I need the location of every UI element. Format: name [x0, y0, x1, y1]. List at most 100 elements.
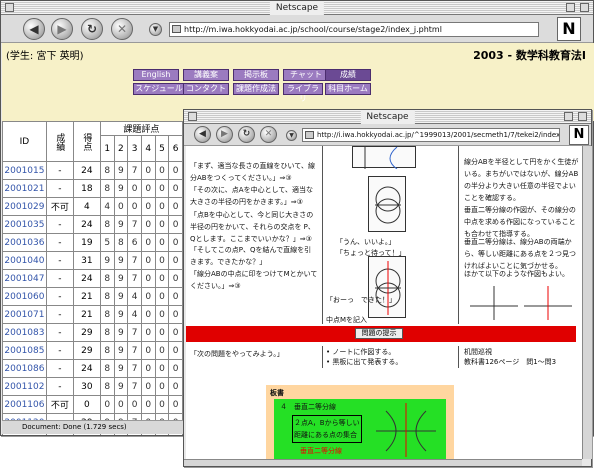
- reload-icon[interactable]: ↻: [238, 126, 255, 143]
- student-id-link[interactable]: 2001086: [2, 359, 47, 378]
- menu-lecture-button[interactable]: 講義案: [183, 69, 229, 81]
- grade-cell: -: [45, 179, 74, 198]
- front-window-titlebar[interactable]: Netscape: [184, 110, 591, 124]
- menu-library-button[interactable]: ライブラリ: [283, 83, 323, 103]
- assignment-score-cell: 0: [140, 215, 156, 234]
- lesson-plan-content: 「まず、適当な長さの直線をひいて、線分ABをつくってください。」⇒③ 「その次に…: [186, 146, 582, 459]
- netscape-logo-icon: N: [557, 17, 581, 41]
- green-board: ４ 垂直二等分線 ２点A，Bから等しい距離にある点の集合 垂直二等分線: [274, 399, 446, 459]
- vertical-scrollbar[interactable]: [582, 146, 592, 459]
- score-cell: 21: [72, 305, 101, 324]
- instruction-3: 「点Bを中心として、今と同じ大きさの半径の円をかいて、それらの交点を P、Qとし…: [190, 211, 315, 243]
- collapse-box-icon[interactable]: [580, 3, 589, 12]
- assignment-score-cell: 0: [140, 341, 156, 360]
- collapse-box-icon[interactable]: [578, 112, 587, 121]
- grade-cell: -: [45, 341, 74, 360]
- assignment-score-cell: 0: [140, 305, 156, 324]
- zoom-box-icon[interactable]: [564, 112, 573, 121]
- assignment-score-cell: 0: [168, 269, 183, 288]
- student-id-link[interactable]: 2001071: [2, 305, 47, 324]
- table-row: 2001040-31 9 9 7 0 0 0: [2, 251, 183, 270]
- student-id-link[interactable]: 2001029: [2, 197, 47, 216]
- menu-board-button[interactable]: 掲示板: [233, 69, 279, 81]
- score-cell: 24: [72, 359, 101, 378]
- assignment-score-cell: 9: [113, 305, 129, 324]
- assignment-score-cell: 0: [168, 395, 183, 414]
- score-cell: 24: [72, 269, 101, 288]
- assignment-score-cell: 8: [99, 323, 115, 342]
- close-box-icon[interactable]: [5, 3, 14, 12]
- student-id-link[interactable]: 2001040: [2, 251, 47, 270]
- assignment-score-cell: 0: [154, 179, 170, 198]
- url-text: http://m.iwa.hokkyodai.ac.jp/school/cour…: [184, 25, 442, 34]
- assignment-score-cell: 0: [168, 197, 183, 216]
- assignment-score-cell: 9: [113, 179, 129, 198]
- header-score: 得点: [72, 121, 101, 162]
- student-id-link[interactable]: 2001083: [2, 323, 47, 342]
- student-id-link[interactable]: 2001021: [2, 179, 47, 198]
- student-id-link[interactable]: 2001106: [2, 395, 47, 414]
- student-id-link[interactable]: 2001085: [2, 341, 47, 360]
- forward-icon[interactable]: ▶: [51, 18, 73, 40]
- assignment-score-cell: 0: [154, 305, 170, 324]
- student-id-link[interactable]: 2001015: [2, 161, 47, 180]
- forward-icon[interactable]: ▶: [216, 126, 233, 143]
- instruction-1: 「まず、適当な長さの直線をひいて、線分ABをつくってください。」⇒③: [190, 162, 315, 182]
- circle-diagram-icon: [375, 186, 401, 224]
- reload-icon[interactable]: ↻: [81, 18, 103, 40]
- assignment-score-cell: 0: [154, 395, 170, 414]
- back-window-titlebar[interactable]: Netscape: [1, 1, 593, 15]
- url-field[interactable]: http://i.iwa.hokkyodai.ac.jp/^1999013/20…: [302, 128, 560, 142]
- zoom-box-icon[interactable]: [566, 3, 575, 12]
- window-title: Netscape: [269, 1, 325, 15]
- assignment-score-cell: 7: [127, 215, 142, 234]
- close-box-icon[interactable]: [188, 112, 197, 121]
- arc-diagram-icon: [364, 146, 398, 170]
- bookmark-icon[interactable]: ▼: [286, 130, 297, 141]
- stop-icon[interactable]: ✕: [260, 126, 277, 143]
- grade-cell: -: [45, 287, 74, 306]
- table-row: 2001029 不可 4 4 0 0 0 0 0: [2, 197, 183, 216]
- col-5: 5: [154, 135, 170, 162]
- page-proxy-icon[interactable]: [305, 131, 314, 139]
- grade-cell: 不可: [45, 395, 74, 414]
- assignment-score-cell: 0: [168, 215, 183, 234]
- student-id-link[interactable]: 2001047: [2, 269, 47, 288]
- column-divider: [458, 346, 459, 368]
- back-icon[interactable]: ◀: [194, 126, 211, 143]
- bookmark-icon[interactable]: ▼: [149, 23, 162, 36]
- present-problem-button[interactable]: 問題の提示: [355, 328, 403, 339]
- assignment-score-cell: 7: [127, 161, 142, 180]
- horizontal-scrollbar[interactable]: [184, 459, 582, 466]
- col-1: 1: [99, 135, 115, 162]
- grade-cell: -: [45, 251, 74, 270]
- menu-english-button[interactable]: English: [133, 69, 179, 81]
- table-row: 2001085-29 8 9 7 0 0 0: [2, 341, 183, 360]
- assignment-score-cell: 0: [168, 161, 183, 180]
- url-field[interactable]: http://m.iwa.hokkyodai.ac.jp/school/cour…: [169, 22, 539, 37]
- student-id-link[interactable]: 2001102: [2, 377, 47, 396]
- assignment-score-cell: 0: [140, 161, 156, 180]
- board-heading: ４ 垂直二等分線: [280, 403, 336, 411]
- menu-chat-button[interactable]: チャット: [283, 69, 329, 81]
- blackboard-image: 板書 ４ 垂直二等分線 ２点A，Bから等しい距離にある点の集合 垂直二等分線: [266, 385, 454, 459]
- board-label: 板書: [270, 389, 284, 397]
- score-cell: 19: [72, 233, 101, 252]
- assignment-score-cell: 9: [113, 161, 129, 180]
- assignment-score-cell: 0: [154, 215, 170, 234]
- student-id-link[interactable]: 2001035: [2, 215, 47, 234]
- score-cell: 0: [72, 395, 101, 414]
- back-icon[interactable]: ◀: [23, 18, 45, 40]
- table-row: 2001035-24 8 9 7 0 0 0: [2, 215, 183, 234]
- menu-grades-button[interactable]: 成績: [325, 69, 371, 81]
- menu-schedule-button[interactable]: スケジュール: [133, 83, 185, 95]
- page-proxy-icon[interactable]: [172, 25, 181, 33]
- menu-task-button[interactable]: 課題作成法: [233, 83, 279, 95]
- student-id-link[interactable]: 2001060: [2, 287, 47, 306]
- stop-icon[interactable]: ✕: [111, 18, 133, 40]
- assignment-score-cell: 4: [99, 197, 115, 216]
- menu-home-button[interactable]: 科目ホーム: [325, 83, 371, 95]
- student-id-link[interactable]: 2001036: [2, 233, 47, 252]
- assignment-score-cell: 0: [140, 287, 156, 306]
- menu-contact-button[interactable]: コンタクト: [183, 83, 229, 95]
